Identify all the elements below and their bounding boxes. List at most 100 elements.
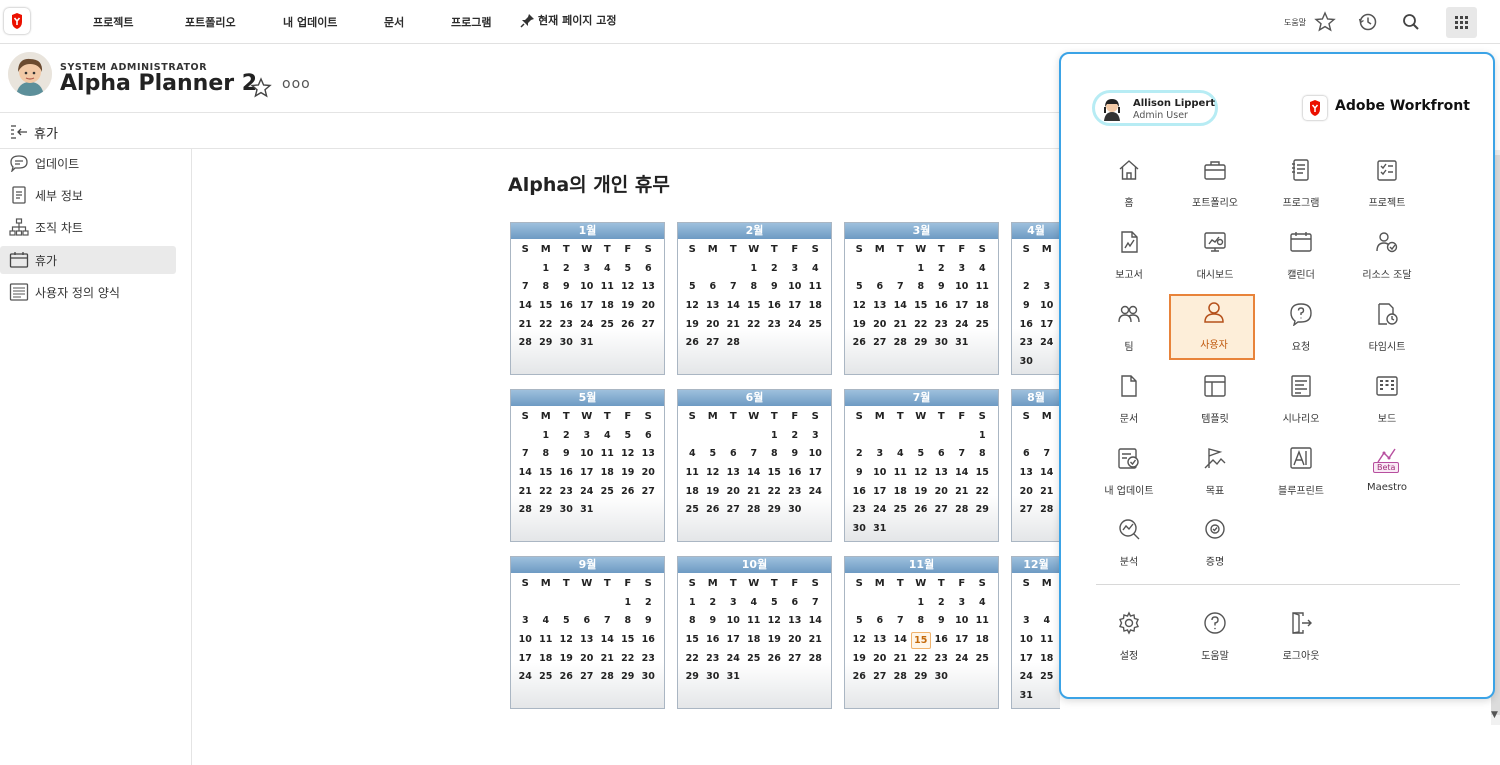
day-cell[interactable]: 21 bbox=[805, 631, 826, 650]
day-cell[interactable]: 28 bbox=[805, 650, 826, 669]
day-cell[interactable]: 16 bbox=[703, 631, 724, 650]
day-cell[interactable]: 2 bbox=[638, 594, 659, 613]
day-cell[interactable]: 8 bbox=[618, 612, 639, 631]
day-cell[interactable]: 2 bbox=[764, 260, 785, 279]
day-cell[interactable]: 1 bbox=[744, 260, 765, 279]
day-cell[interactable]: 12 bbox=[849, 631, 870, 650]
day-cell[interactable]: 7 bbox=[952, 445, 973, 464]
day-cell[interactable]: 29 bbox=[618, 668, 639, 687]
day-cell[interactable]: 28 bbox=[744, 501, 765, 520]
star-icon[interactable] bbox=[1314, 11, 1336, 33]
day-cell[interactable]: 27 bbox=[870, 668, 891, 687]
day-cell[interactable]: 16 bbox=[785, 464, 806, 483]
day-cell[interactable]: 1 bbox=[911, 594, 932, 613]
day-cell[interactable]: 9 bbox=[785, 445, 806, 464]
day-cell[interactable]: 15 bbox=[911, 297, 932, 316]
day-cell[interactable]: 16 bbox=[1016, 316, 1037, 335]
launcher-app-report[interactable]: 보고서 bbox=[1086, 226, 1172, 292]
day-cell[interactable]: 26 bbox=[764, 650, 785, 669]
day-cell[interactable]: 15 bbox=[536, 464, 557, 483]
day-cell[interactable]: 26 bbox=[849, 334, 870, 353]
day-cell[interactable]: 4 bbox=[744, 594, 765, 613]
day-cell[interactable]: 6 bbox=[931, 445, 952, 464]
day-cell[interactable]: 25 bbox=[1037, 668, 1058, 687]
day-cell[interactable]: 30 bbox=[931, 334, 952, 353]
day-cell[interactable]: 12 bbox=[764, 612, 785, 631]
day-cell[interactable]: 7 bbox=[1037, 445, 1058, 464]
launcher-app-document[interactable]: 문서 bbox=[1086, 370, 1172, 436]
day-cell[interactable]: 30 bbox=[849, 520, 870, 539]
day-cell[interactable]: 12 bbox=[618, 445, 639, 464]
day-cell[interactable]: 15 bbox=[536, 297, 557, 316]
day-cell[interactable]: 26 bbox=[911, 501, 932, 520]
day-cell[interactable]: 14 bbox=[515, 297, 536, 316]
help-link[interactable]: 도움말 bbox=[1284, 17, 1306, 28]
day-cell[interactable]: 14 bbox=[744, 464, 765, 483]
day-cell[interactable]: 24 bbox=[870, 501, 891, 520]
sidebar-item-org-chart[interactable]: 조직 차트 bbox=[0, 213, 176, 241]
day-cell[interactable]: 11 bbox=[744, 612, 765, 631]
launcher-app-proof[interactable]: 증명 bbox=[1172, 513, 1258, 579]
day-cell[interactable]: 31 bbox=[1016, 687, 1037, 706]
day-cell[interactable]: 7 bbox=[597, 612, 618, 631]
day-cell[interactable]: 20 bbox=[931, 483, 952, 502]
day-cell[interactable]: 11 bbox=[805, 278, 826, 297]
day-cell[interactable]: 22 bbox=[764, 483, 785, 502]
day-cell[interactable]: 30 bbox=[785, 501, 806, 520]
day-cell[interactable]: 6 bbox=[577, 612, 598, 631]
day-cell[interactable]: 12 bbox=[849, 297, 870, 316]
day-cell[interactable]: 10 bbox=[785, 278, 806, 297]
day-cell[interactable]: 1 bbox=[618, 594, 639, 613]
launcher-app-goal[interactable]: 목표 bbox=[1172, 442, 1258, 508]
day-cell[interactable]: 4 bbox=[890, 445, 911, 464]
day-cell[interactable]: 10 bbox=[515, 631, 536, 650]
day-cell[interactable]: 28 bbox=[515, 501, 536, 520]
sidebar-item-details[interactable]: 세부 정보 bbox=[0, 181, 176, 209]
day-cell[interactable]: 31 bbox=[577, 334, 598, 353]
day-cell[interactable]: 12 bbox=[556, 631, 577, 650]
scroll-down-arrow-icon[interactable]: ▼ bbox=[1491, 710, 1498, 720]
day-cell[interactable]: 20 bbox=[1016, 483, 1037, 502]
day-cell[interactable]: 10 bbox=[952, 612, 973, 631]
day-cell[interactable]: 19 bbox=[556, 650, 577, 669]
launcher-app-request[interactable]: 요청 bbox=[1258, 298, 1344, 364]
day-cell[interactable]: 30 bbox=[931, 668, 952, 687]
day-cell[interactable]: 15 bbox=[764, 464, 785, 483]
day-cell[interactable]: 17 bbox=[515, 650, 536, 669]
day-cell[interactable]: 6 bbox=[785, 594, 806, 613]
day-cell[interactable]: 20 bbox=[870, 650, 891, 669]
day-cell[interactable]: 31 bbox=[723, 668, 744, 687]
day-cell[interactable]: 30 bbox=[703, 668, 724, 687]
day-cell[interactable]: 18 bbox=[744, 631, 765, 650]
day-cell[interactable]: 13 bbox=[870, 631, 891, 650]
day-cell[interactable]: 8 bbox=[536, 278, 557, 297]
day-cell[interactable]: 26 bbox=[849, 668, 870, 687]
day-cell[interactable]: 25 bbox=[597, 316, 618, 335]
day-cell[interactable]: 24 bbox=[785, 316, 806, 335]
day-cell[interactable]: 11 bbox=[536, 631, 557, 650]
day-cell[interactable]: 11 bbox=[972, 278, 993, 297]
day-cell[interactable]: 23 bbox=[849, 501, 870, 520]
day-cell[interactable]: 10 bbox=[577, 278, 598, 297]
day-cell[interactable]: 21 bbox=[515, 316, 536, 335]
launcher-app-calendar[interactable]: 캘린더 bbox=[1258, 226, 1344, 292]
day-cell[interactable]: 11 bbox=[1037, 631, 1058, 650]
day-cell[interactable]: 24 bbox=[1016, 668, 1037, 687]
day-cell[interactable]: 22 bbox=[744, 316, 765, 335]
day-cell[interactable]: 14 bbox=[597, 631, 618, 650]
day-cell[interactable]: 9 bbox=[764, 278, 785, 297]
day-cell[interactable]: 8 bbox=[911, 612, 932, 631]
day-cell[interactable]: 14 bbox=[890, 297, 911, 316]
day-cell[interactable]: 16 bbox=[931, 631, 952, 650]
day-cell[interactable]: 3 bbox=[952, 594, 973, 613]
day-cell[interactable]: 11 bbox=[890, 464, 911, 483]
day-cell[interactable]: 6 bbox=[870, 612, 891, 631]
day-cell[interactable]: 17 bbox=[577, 297, 598, 316]
day-cell[interactable]: 29 bbox=[764, 501, 785, 520]
today-cell[interactable]: 15 bbox=[910, 632, 931, 650]
day-cell[interactable]: 1 bbox=[764, 427, 785, 446]
favorite-star-icon[interactable] bbox=[250, 77, 272, 99]
launcher-app-project[interactable]: 프로젝트 bbox=[1344, 154, 1430, 220]
day-cell[interactable]: 29 bbox=[911, 668, 932, 687]
day-cell[interactable]: 5 bbox=[618, 260, 639, 279]
